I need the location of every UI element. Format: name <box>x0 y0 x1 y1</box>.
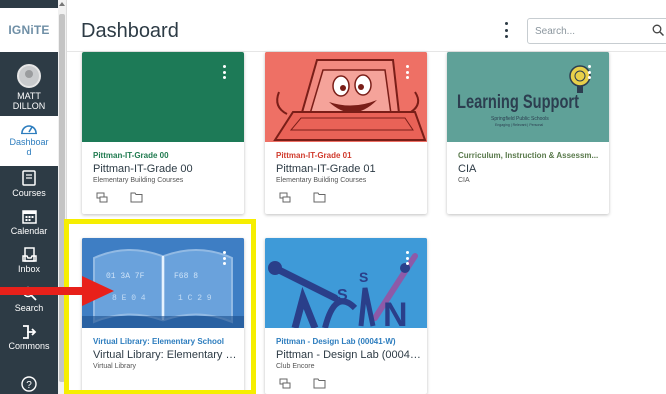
laptop-cartoon-image <box>265 52 427 142</box>
page-title: Dashboard <box>81 20 179 42</box>
course-title: Pittman - Design Lab (00041-W) <box>276 349 426 361</box>
discussions-icon[interactable] <box>279 378 291 390</box>
course-short-name[interactable]: Pittman-IT-Grade 00 <box>93 151 238 160</box>
tools-letters-image: S S N <box>265 238 427 328</box>
courses-icon <box>22 170 36 186</box>
search-icon[interactable] <box>652 24 664 36</box>
nav-help[interactable]: ? <box>0 376 58 394</box>
files-icon[interactable] <box>313 378 326 389</box>
nav-courses-label: Courses <box>12 188 46 198</box>
course-card[interactable]: Pittman-IT-Grade 01 Pittman-IT-Grade 01 … <box>265 52 427 214</box>
course-card-image[interactable] <box>82 52 244 142</box>
nav-calendar-label: Calendar <box>10 226 48 236</box>
card-options-menu[interactable] <box>406 251 410 265</box>
card-actions <box>279 192 326 204</box>
svg-text:?: ? <box>26 380 32 391</box>
course-short-name[interactable]: Pittman - Design Lab (00041-W) <box>276 337 421 346</box>
card-options-menu[interactable] <box>406 65 410 79</box>
dashboard-options-menu[interactable] <box>505 22 509 38</box>
discussions-icon[interactable] <box>279 192 291 204</box>
nav-commons-label: Commons <box>8 341 50 351</box>
svg-text:S: S <box>359 269 368 285</box>
course-short-name[interactable]: Pittman-IT-Grade 01 <box>276 151 421 160</box>
nav-inbox-label: Inbox <box>17 264 41 274</box>
files-icon[interactable] <box>313 192 326 203</box>
red-arrow-icon <box>0 276 114 306</box>
dashboard-icon <box>21 125 37 135</box>
calendar-icon <box>21 210 37 224</box>
logo-text: IGNiTE <box>8 23 50 37</box>
learning-support-subtitle: Springfield Public Schools <box>491 116 549 122</box>
course-short-name[interactable]: Curriculum, Instruction & Assessm... <box>458 151 603 160</box>
search-input[interactable] <box>527 18 666 44</box>
course-card-image[interactable]: Learning Support Springfield Public Scho… <box>447 52 609 142</box>
card-options-menu[interactable] <box>588 65 592 79</box>
course-term: CIA <box>458 177 470 184</box>
canvas-dashboard-screen: IGNiTE MATT DILLON Dashboard Courses Cal… <box>0 0 666 394</box>
card-actions <box>279 378 326 390</box>
card-options-menu[interactable] <box>223 65 227 79</box>
course-term: Club Encore <box>276 363 315 370</box>
course-card[interactable]: S S N Pittman - Design Lab (00041-W) Pit… <box>265 238 427 394</box>
discussions-icon[interactable] <box>96 192 108 204</box>
course-title: CIA <box>458 163 477 175</box>
learning-support-title: Learning Support <box>457 92 580 113</box>
logo[interactable]: IGNiTE <box>0 8 58 52</box>
avatar <box>17 64 41 88</box>
nav-commons[interactable]: Commons <box>0 325 58 351</box>
svg-text:N: N <box>383 296 408 328</box>
nav-inbox[interactable]: Inbox <box>0 247 58 274</box>
scroll-up-arrow[interactable] <box>59 2 65 6</box>
card-actions <box>96 192 143 204</box>
nav-dashboard[interactable]: Dashboard <box>0 116 58 166</box>
global-nav: IGNiTE MATT DILLON Dashboard Courses Cal… <box>0 0 58 394</box>
course-title: Pittman-IT-Grade 00 <box>93 163 193 175</box>
learning-support-tagline: Engaging | Relevant | Personal <box>495 123 543 127</box>
nav-account[interactable]: MATT DILLON <box>0 64 58 111</box>
course-card-image[interactable]: S S N <box>265 238 427 328</box>
course-term: Elementary Building Courses <box>276 177 367 184</box>
course-card[interactable]: Pittman-IT-Grade 00 Pittman-IT-Grade 00 … <box>82 52 244 214</box>
course-term: Elementary Building Courses <box>93 177 184 184</box>
course-card[interactable]: Learning Support Springfield Public Scho… <box>447 52 609 214</box>
inbox-icon <box>21 247 37 262</box>
files-icon[interactable] <box>130 192 143 203</box>
highlight-box <box>64 219 256 394</box>
course-title: Pittman-IT-Grade 01 <box>276 163 376 175</box>
svg-text:S: S <box>337 287 348 304</box>
learning-support-logo: Learning Support Springfield Public Scho… <box>447 52 609 142</box>
help-icon: ? <box>21 376 37 392</box>
nav-calendar[interactable]: Calendar <box>0 209 58 236</box>
course-card-image[interactable] <box>265 52 427 142</box>
nav-courses[interactable]: Courses <box>0 170 58 198</box>
header: Dashboard <box>67 0 666 52</box>
nav-dashboard-label: Dashboard <box>9 137 49 157</box>
nav-account-label: MATT DILLON <box>12 91 46 111</box>
commons-icon <box>22 325 36 339</box>
